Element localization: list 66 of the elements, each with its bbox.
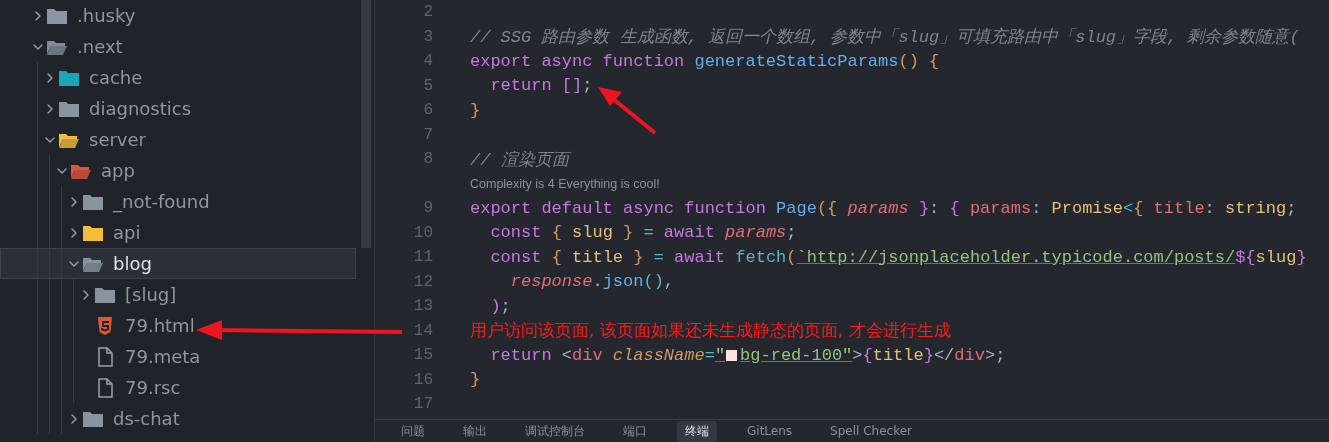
tree-item[interactable]: blog: [0, 248, 356, 279]
file-name: app: [101, 160, 135, 181]
line-number: 3: [422, 27, 433, 46]
file-name: cache: [89, 67, 143, 88]
panel-tab[interactable]: 问题: [393, 420, 433, 442]
code-line: // SSG 路由参数 生成函数, 返回一个数组, 参数中「slug」可填充路由中「slug」字段, 剩余参数随意(: [470, 26, 1300, 49]
file-name: blog: [113, 253, 152, 274]
file-name: 79.meta: [125, 346, 201, 367]
code-line: return <div className=": [489, 345, 726, 365]
line-number: 5: [422, 76, 433, 95]
line-number: 12: [412, 272, 433, 291]
code-line: export default async function Page({ params }: { params: Promise<{ title: string;: [470, 198, 1297, 218]
line-number: 2: [422, 3, 433, 22]
line-number: 10: [412, 223, 433, 242]
tree-item[interactable]: .husky: [0, 0, 356, 31]
line-number: 15: [412, 346, 433, 365]
line-number: 8: [422, 150, 433, 169]
code-line: response.json(),: [509, 272, 675, 292]
code-line: );: [489, 296, 511, 316]
code-line: const { title } = await fetch(`http://jsonplaceholder.typicode.com/posts/${slug}: [489, 247, 1307, 267]
file-name: 79.html: [125, 315, 195, 336]
file-name: 79.rsc: [125, 377, 181, 398]
code-line: }: [470, 370, 481, 390]
tree-item[interactable]: _not-found: [0, 186, 356, 217]
line-number: 14: [412, 321, 433, 340]
tree-item[interactable]: 79.rsc: [0, 372, 356, 403]
tree-item[interactable]: server: [0, 124, 356, 155]
panel-tab[interactable]: Spell Checker: [822, 422, 920, 440]
tree-item[interactable]: cache: [0, 62, 356, 93]
code-line: const { slug } = await params;: [489, 223, 797, 243]
file-name: diagnostics: [89, 98, 191, 119]
tree-item[interactable]: 79.html: [0, 310, 356, 341]
code-line: return [];: [489, 76, 593, 96]
line-number: 6: [422, 101, 433, 120]
panel-tab[interactable]: 端口: [615, 420, 655, 442]
line-number: 17: [412, 395, 433, 414]
annotation-arrow: [598, 87, 657, 135]
tree-item[interactable]: diagnostics: [0, 93, 356, 124]
tree-item[interactable]: api: [0, 217, 356, 248]
code-line: bg-red-100">{title}</div>;: [740, 345, 1006, 365]
tree-item[interactable]: 79.meta: [0, 341, 356, 372]
codelens-text[interactable]: Complexity is 4 Everything is cool!: [470, 176, 660, 191]
line-number: 9: [422, 199, 433, 218]
file-name: ds-chat: [113, 408, 180, 429]
panel-tab[interactable]: 调试控制台: [517, 420, 593, 442]
line-number: 13: [412, 297, 433, 316]
file-name: [slug]: [125, 284, 177, 305]
file-name: api: [113, 222, 141, 243]
tree-item[interactable]: app: [0, 155, 356, 186]
tree-item[interactable]: ds-chat: [0, 403, 356, 434]
file-name: .husky: [77, 5, 136, 26]
panel-tab[interactable]: 终端: [677, 420, 717, 442]
line-number: 16: [412, 370, 433, 389]
annotation-text: 用户访问该页面, 该页面如果还未生成静态的页面, 才会进行生成: [470, 319, 951, 343]
code-line: export async function generateStaticParams() {: [470, 51, 940, 71]
panel-tab[interactable]: 输出: [455, 420, 495, 442]
panel-tab[interactable]: GitLens: [739, 422, 801, 440]
code-line: }: [470, 100, 481, 120]
line-number: 4: [422, 52, 433, 71]
tree-item[interactable]: [slug]: [0, 279, 356, 310]
file-name: server: [89, 129, 146, 150]
file-name: _not-found: [113, 191, 210, 212]
file-name: .next: [77, 36, 123, 57]
tree-item[interactable]: .next: [0, 31, 356, 62]
line-number: 7: [422, 125, 433, 144]
line-number: 11: [412, 248, 433, 267]
